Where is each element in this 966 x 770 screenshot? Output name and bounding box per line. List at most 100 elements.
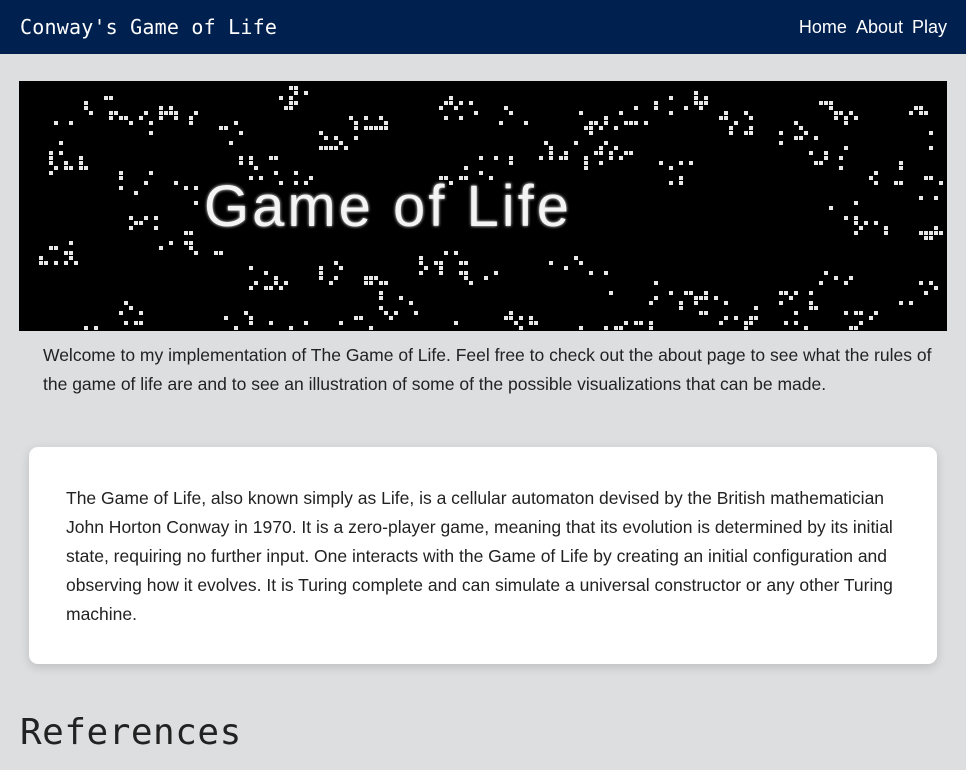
life-cell	[154, 226, 158, 230]
life-cell	[694, 91, 698, 95]
life-cell	[224, 316, 228, 320]
life-cell	[744, 321, 748, 325]
life-cell	[874, 311, 878, 315]
top-navbar: Conway's Game of Life Home About Play	[0, 0, 966, 54]
nav-link-home[interactable]: Home	[799, 17, 847, 38]
life-cell	[809, 151, 813, 155]
life-cell	[794, 136, 798, 140]
life-cell	[414, 311, 418, 315]
life-cell	[84, 166, 88, 170]
life-cell	[284, 281, 288, 285]
life-cell	[779, 131, 783, 135]
life-cell	[934, 231, 938, 235]
life-cell	[84, 106, 88, 110]
life-cell	[64, 251, 68, 255]
life-cell	[329, 146, 333, 150]
cell-grid-graphic: Game of Life Game of Life	[39, 86, 943, 330]
description-text: The Game of Life, also known simply as L…	[66, 488, 893, 624]
references-heading: References	[20, 712, 242, 753]
life-cell	[859, 311, 863, 315]
life-cell	[379, 116, 383, 120]
life-cell	[49, 246, 53, 250]
life-cell	[379, 306, 383, 310]
life-cell	[49, 156, 53, 160]
life-cell	[854, 326, 858, 330]
life-cell	[69, 241, 73, 245]
life-cell	[934, 196, 938, 200]
life-cell	[719, 321, 723, 325]
life-cell	[519, 316, 523, 320]
life-cell	[239, 131, 243, 135]
life-cell	[654, 281, 658, 285]
life-cell	[289, 96, 293, 100]
life-cell	[459, 271, 463, 275]
life-cell	[169, 241, 173, 245]
nav-link-about[interactable]: About	[856, 17, 903, 38]
life-cell	[724, 111, 728, 115]
life-cell	[449, 101, 453, 105]
life-cell	[679, 306, 683, 310]
life-cell	[734, 316, 738, 320]
site-title[interactable]: Conway's Game of Life	[20, 15, 277, 39]
life-cell	[859, 321, 863, 325]
life-cell	[794, 121, 798, 125]
life-cell	[39, 261, 43, 265]
life-cell	[319, 131, 323, 135]
life-cell	[159, 106, 163, 110]
life-cell	[289, 326, 293, 330]
life-cell	[614, 126, 618, 130]
life-cell	[334, 146, 338, 150]
life-cell	[369, 326, 373, 330]
life-cell	[849, 111, 853, 115]
life-cell	[929, 131, 933, 135]
life-cell	[704, 101, 708, 105]
life-cell	[799, 136, 803, 140]
life-cell	[584, 156, 588, 160]
life-cell	[144, 111, 148, 115]
life-cell	[614, 146, 618, 150]
life-cell	[564, 266, 568, 270]
banner-title: Game of Life	[204, 174, 572, 239]
life-cell	[134, 191, 138, 195]
life-cell	[64, 261, 68, 265]
life-cell	[494, 156, 498, 160]
life-cell	[249, 286, 253, 290]
life-cell	[384, 121, 388, 125]
life-cell	[119, 116, 123, 120]
life-cell	[679, 181, 683, 185]
life-cell	[899, 161, 903, 165]
life-cell	[189, 116, 193, 120]
life-cell	[564, 151, 568, 155]
life-cell	[329, 281, 333, 285]
life-cell	[814, 161, 818, 165]
life-cell	[579, 111, 583, 115]
life-cell	[699, 296, 703, 300]
life-cell	[254, 166, 258, 170]
life-cell	[294, 86, 298, 90]
life-cell	[519, 326, 523, 330]
life-cell	[694, 96, 698, 100]
life-cell	[669, 291, 673, 295]
life-cell	[504, 316, 508, 320]
life-cell	[779, 291, 783, 295]
life-cell	[839, 166, 843, 170]
life-cell	[319, 266, 323, 270]
nav-link-play[interactable]: Play	[912, 17, 947, 38]
life-cell	[479, 156, 483, 160]
life-cell	[374, 126, 378, 130]
life-cell	[734, 121, 738, 125]
life-cell	[589, 271, 593, 275]
life-cell	[929, 231, 933, 235]
life-cell	[149, 121, 153, 125]
life-cell	[574, 256, 578, 260]
life-cell	[804, 326, 808, 330]
life-cell	[344, 146, 348, 150]
life-cell	[174, 116, 178, 120]
life-cell	[599, 146, 603, 150]
life-cell	[324, 146, 328, 150]
life-cell	[679, 161, 683, 165]
life-cell	[159, 246, 163, 250]
life-cell	[924, 291, 928, 295]
life-cell	[919, 111, 923, 115]
life-cell	[249, 266, 253, 270]
